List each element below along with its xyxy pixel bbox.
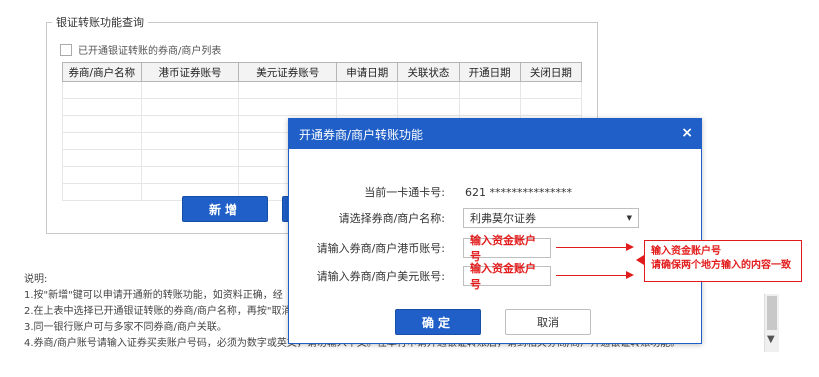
hkd-label: 请输入券商/商户港币账号: (316, 242, 445, 255)
usd-account-value: 输入资金账户号 (470, 262, 536, 291)
dialog-header: 开通券商/商户转账功能 × (289, 119, 701, 149)
col-open-date: 开通日期 (458, 62, 521, 82)
new-button[interactable]: 新增 (182, 196, 268, 222)
col-hkd-account: 港币证券账号 (140, 62, 240, 82)
card-label: 当前一卡通卡号: (364, 186, 445, 199)
annotation-line-1: 输入资金账户号 (651, 246, 721, 257)
broker-selected-value: 利弗莫尔证券 (470, 212, 536, 225)
table-header-row: 券商/商户名称 港币证券账号 美元证券账号 申请日期 关联状态 开通日期 关闭日… (62, 62, 583, 82)
arrow-right-icon (626, 271, 634, 279)
card-number: 621 *************** (465, 185, 572, 199)
col-close-date: 关闭日期 (519, 62, 583, 82)
close-icon[interactable]: × (681, 125, 693, 141)
open-transfer-dialog: 开通券商/商户转账功能 × 当前一卡通卡号: 621 *************… (288, 118, 702, 344)
scrollbar-thumb[interactable] (767, 296, 777, 330)
broker-row: 请选择券商/商户名称: 利弗莫尔证券 ▼ (289, 207, 701, 229)
confirm-button[interactable]: 确定 (395, 309, 481, 335)
col-apply-date: 申请日期 (336, 62, 399, 82)
dialog-title: 开通券商/商户转账功能 (299, 127, 424, 142)
checkbox-label: 已开通银证转账的券商/商户列表 (78, 46, 222, 57)
scrollbar[interactable]: ▼ (764, 294, 779, 352)
note-line-2: 2.在上表中选择已开通银证转账的券商/商户名称，再按"取消 (24, 306, 292, 317)
note-line-3: 3.同一银行账户可与多家不同券商/商户关联。 (24, 322, 227, 333)
col-broker-name: 券商/商户名称 (62, 62, 142, 82)
annotation-arrow-line (556, 247, 628, 248)
note-line-1: 1.按"新增"键可以申请开通新的转账功能，如资料正确，经 (24, 290, 283, 301)
usd-row: 请输入券商/商户美元账号: 输入资金账户号 (289, 262, 701, 291)
hkd-account-input[interactable]: 输入资金账户号 (463, 234, 551, 263)
card-row: 当前一卡通卡号: 621 *************** (289, 181, 701, 203)
broker-label: 请选择券商/商户名称: (338, 212, 445, 225)
annotation-arrow-line (556, 275, 628, 276)
broker-select[interactable]: 利弗莫尔证券 ▼ (463, 208, 639, 228)
section-legend: 银证转账功能查询 (52, 14, 148, 30)
callout-pointer-icon (636, 255, 644, 265)
col-usd-account: 美元证券账号 (238, 62, 338, 82)
list-checkbox[interactable] (60, 43, 72, 56)
usd-label: 请输入券商/商户美元账号: (316, 270, 445, 283)
table-row (62, 81, 583, 99)
arrow-right-icon (626, 243, 634, 251)
annotation-line-2: 请确保两个地方输入的内容一致 (651, 260, 791, 271)
chevron-down-icon: ▼ (626, 214, 632, 222)
checkbox-row[interactable]: 已开通银证转账的券商/商户列表 (60, 42, 221, 57)
annotation-callout: 输入资金账户号 请确保两个地方输入的内容一致 (644, 240, 802, 282)
usd-account-input[interactable]: 输入资金账户号 (463, 262, 551, 291)
cancel-button[interactable]: 取消 (505, 309, 591, 335)
chevron-down-icon[interactable]: ▼ (767, 334, 775, 345)
notes-title: 说明: (24, 274, 48, 285)
col-link-status: 关联状态 (397, 62, 460, 82)
table-row (62, 98, 583, 116)
